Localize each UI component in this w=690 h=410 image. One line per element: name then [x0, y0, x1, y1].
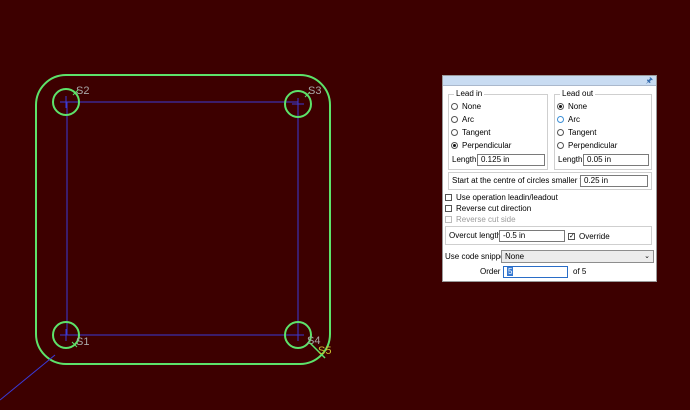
lead-in-option-none[interactable]: None	[451, 101, 481, 112]
overcut-label: Overcut length	[449, 231, 502, 240]
label-s3: S3	[308, 85, 321, 97]
lead-in-group: Lead in None Arc Tangent Perpendicular L…	[448, 89, 548, 170]
snippet-select[interactable]: None ⌄	[501, 250, 654, 263]
start-centre-input[interactable]: 0.25 in	[580, 175, 648, 187]
order-label: Order	[480, 267, 501, 276]
start-centre-label: Start at the centre of circles smaller t…	[452, 176, 596, 185]
lead-out-option-none[interactable]: None	[557, 101, 587, 112]
label-s1: S1	[76, 336, 89, 348]
radio-icon[interactable]	[557, 129, 564, 136]
lead-in-title: Lead in	[454, 89, 485, 99]
checkbox-icon[interactable]	[445, 194, 452, 201]
snippet-label: Use code snippet	[445, 252, 507, 261]
reverse-cut-direction-checkbox[interactable]: Reverse cut direction	[445, 203, 531, 214]
checkmark-icon[interactable]: ✓	[568, 233, 575, 240]
lead-out-option-perpendicular[interactable]: Perpendicular	[557, 140, 617, 151]
radio-icon[interactable]	[557, 142, 564, 149]
radio-icon[interactable]	[451, 103, 458, 110]
lead-in-option-tangent[interactable]: Tangent	[451, 127, 490, 138]
lead-out-length-input[interactable]: 0.05 in	[583, 154, 649, 166]
overcut-group: Overcut length -0.5 in ✓ Override	[445, 226, 652, 245]
chevron-down-icon[interactable]: ⌄	[644, 251, 650, 262]
radio-selected-icon[interactable]	[557, 103, 564, 110]
radio-selected-icon[interactable]	[451, 142, 458, 149]
radio-icon[interactable]	[557, 116, 564, 123]
checkbox-icon	[445, 216, 452, 223]
radio-icon[interactable]	[451, 129, 458, 136]
panel-titlebar[interactable]: 🖈	[443, 76, 656, 86]
reverse-cut-side-checkbox: Reverse cut side	[445, 214, 516, 225]
lead-line	[0, 354, 56, 401]
order-total: of 5	[573, 267, 587, 276]
lead-out-length-label: Length	[558, 155, 583, 164]
use-operation-leadin-checkbox[interactable]: Use operation leadin/leadout	[445, 192, 558, 203]
lead-settings-panel: 🖈 Lead in None Arc Tangent Perpendicular…	[442, 75, 657, 282]
overcut-input[interactable]: -0.5 in	[499, 230, 565, 242]
label-s2: S2	[76, 85, 89, 97]
hole-s2[interactable]: S2	[52, 85, 89, 116]
pin-icon[interactable]: 🖈	[646, 76, 653, 85]
checkbox-icon[interactable]	[445, 205, 452, 212]
outer-profile[interactable]	[35, 74, 331, 365]
override-checkbox[interactable]: ✓ Override	[568, 231, 610, 242]
lead-in-option-perpendicular[interactable]: Perpendicular	[451, 140, 511, 151]
start-centre-group: Start at the centre of circles smaller t…	[448, 172, 652, 190]
lead-in-length-label: Length	[452, 155, 477, 164]
lead-out-group: Lead out None Arc Tangent Perpendicular …	[554, 89, 652, 170]
lead-in-length-input[interactable]: 0.125 in	[477, 154, 545, 166]
radio-icon[interactable]	[451, 116, 458, 123]
hole-s3[interactable]: S3	[284, 85, 321, 118]
start-marker-s5[interactable]: S5	[309, 342, 331, 359]
lead-out-title: Lead out	[560, 89, 596, 99]
lead-in-option-arc[interactable]: Arc	[451, 114, 474, 125]
order-input[interactable]: 5	[503, 266, 568, 278]
lead-out-option-tangent[interactable]: Tangent	[557, 127, 596, 138]
label-s5: S5	[318, 345, 331, 357]
toolpath-line	[66, 101, 299, 336]
lead-out-option-arc[interactable]: Arc	[557, 114, 580, 125]
